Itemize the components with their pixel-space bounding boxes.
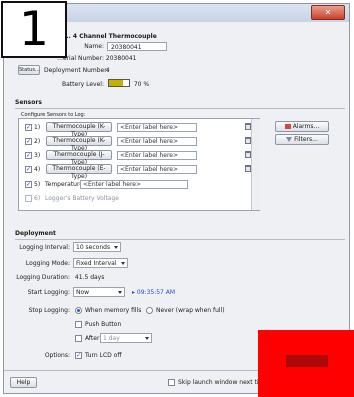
step-number-badge: 1 (1, 1, 67, 58)
filters-button-label: Filters... (294, 136, 318, 143)
start-time: ▸ 09:35:57 AM (132, 289, 176, 296)
sensor-label-input[interactable]: <Enter label here> (117, 151, 197, 160)
battery-icon (107, 79, 130, 87)
alarm-icon (284, 124, 291, 129)
alarms-button[interactable]: Alarms... (275, 121, 329, 132)
sensor-type-button[interactable]: Thermocouple (E-Type) (46, 164, 112, 180)
filters-button[interactable]: Filters... (275, 134, 329, 145)
stop-when-full-label: When memory fills (85, 307, 142, 314)
chevron-down-icon (145, 337, 149, 340)
logging-interval-dropdown[interactable]: 10 seconds (73, 242, 121, 252)
lcd-off-label: Turn LCD off (85, 352, 122, 359)
name-input[interactable]: 20380041 (107, 42, 167, 51)
overlay-mark (286, 355, 328, 367)
sensor-1-checkbox[interactable]: ✓ (25, 124, 32, 131)
sensor-number: 1) (34, 124, 41, 131)
push-button-checkbox[interactable] (75, 321, 82, 328)
sensor-2-checkbox[interactable]: ✓ (25, 138, 32, 145)
sensor-list: ✓ 1) Thermocouple (K-Type) <Enter label … (18, 118, 260, 211)
logging-mode-dropdown[interactable]: Fixed Interval (73, 258, 128, 268)
sensor-label-input[interactable]: <Enter label here> (117, 123, 197, 132)
close-button[interactable]: ✕ (311, 5, 345, 20)
push-button-label: Push Button (85, 321, 122, 328)
after-checkbox[interactable] (75, 335, 82, 342)
sensor-number: 2) (34, 138, 41, 145)
temperature-label: Temperature (45, 181, 84, 188)
sensor-list-scrollbar[interactable] (251, 119, 260, 210)
stop-when-full-radio[interactable] (75, 307, 82, 314)
sensor-label-input[interactable]: <Enter label here> (117, 137, 197, 146)
sensors-heading: Sensors (15, 99, 42, 106)
stop-never-label: Never (wrap when full) (156, 307, 225, 314)
sensor-number: 6) (34, 195, 41, 202)
after-label: After (85, 335, 100, 342)
status-button[interactable]: Status... (18, 65, 40, 75)
battery-voltage-label: Logger's Battery Voltage (45, 195, 119, 202)
sensor-label-input[interactable]: <Enter label here> (80, 180, 188, 189)
deployment-heading: Deployment (15, 230, 56, 237)
after-duration-dropdown[interactable]: 1 day (100, 333, 152, 343)
logging-mode-value: Fixed Interval (76, 260, 117, 267)
help-button[interactable]: Help (10, 377, 37, 388)
sensor-row: 6) Logger's Battery Voltage (22, 193, 262, 205)
sensor-5-checkbox[interactable]: ✓ (25, 181, 32, 188)
logging-interval-value: 10 seconds (76, 244, 111, 251)
logging-duration-value: 41.5 days (74, 274, 105, 281)
sensor-type-button[interactable]: Thermocouple (J-Type) (46, 150, 112, 166)
chevron-down-icon (121, 262, 125, 265)
skip-launch-checkbox[interactable] (168, 379, 175, 386)
stop-never-radio[interactable] (146, 307, 153, 314)
serial-value: 20380041 (105, 55, 137, 62)
sensor-row: ✓ 2) Thermocouple (K-Type) <Enter label … (22, 136, 262, 152)
battery-label: Battery Level: (62, 81, 104, 88)
after-duration-value: 1 day (103, 335, 120, 342)
start-logging-dropdown[interactable]: Now (73, 287, 125, 297)
sensor-row: ✓ 1) Thermocouple (K-Type) <Enter label … (22, 122, 262, 138)
start-logging-label: Start Logging: (27, 289, 70, 296)
sensor-number: 3) (34, 152, 41, 159)
logging-interval-label: Logging Interval: (19, 244, 70, 251)
skip-launch-label: Skip launch window next tim (178, 379, 265, 386)
deployment-number-value: 4 (105, 67, 110, 74)
logging-mode-label: Logging Mode: (25, 260, 70, 267)
sensor-3-checkbox[interactable]: ✓ (25, 152, 32, 159)
sensor-row: ✓ 3) Thermocouple (J-Type) <Enter label … (22, 150, 262, 166)
battery-value: 70 % (133, 81, 150, 88)
deployment-number-label: Deployment Number: (44, 67, 109, 74)
sensor-type-button[interactable]: Thermocouple (K-Type) (46, 136, 112, 152)
sensor-number: 4) (34, 166, 41, 173)
sensor-4-checkbox[interactable]: ✓ (25, 166, 32, 173)
sensor-row: ✓ 4) Thermocouple (E-Type) <Enter label … (22, 164, 262, 180)
start-time-value: 09:35:57 AM (136, 289, 176, 296)
sensor-type-button[interactable]: Thermocouple (K-Type) (46, 122, 112, 138)
filter-icon (286, 137, 293, 142)
sensor-number: 5) (34, 181, 41, 188)
chevron-down-icon (118, 291, 122, 294)
window-heading: ... 4 Channel Thermocouple (64, 33, 157, 40)
logging-duration-label: Logging Duration: (16, 274, 70, 281)
sensor-label-input[interactable]: <Enter label here> (117, 165, 197, 174)
stop-logging-label: Stop Logging: (28, 307, 70, 314)
chevron-down-icon (114, 246, 118, 249)
alarms-button-label: Alarms... (292, 123, 320, 130)
deployment-divider (15, 239, 345, 240)
sensors-divider (15, 108, 345, 109)
lcd-off-checkbox[interactable]: ✓ (75, 352, 82, 359)
sensor-row: ✓ 5) Temperature <Enter label here> (22, 179, 262, 191)
start-logging-value: Now (76, 289, 90, 296)
sensor-6-checkbox[interactable] (25, 195, 32, 202)
red-overlay (258, 330, 354, 397)
options-label: Options: (44, 352, 70, 359)
